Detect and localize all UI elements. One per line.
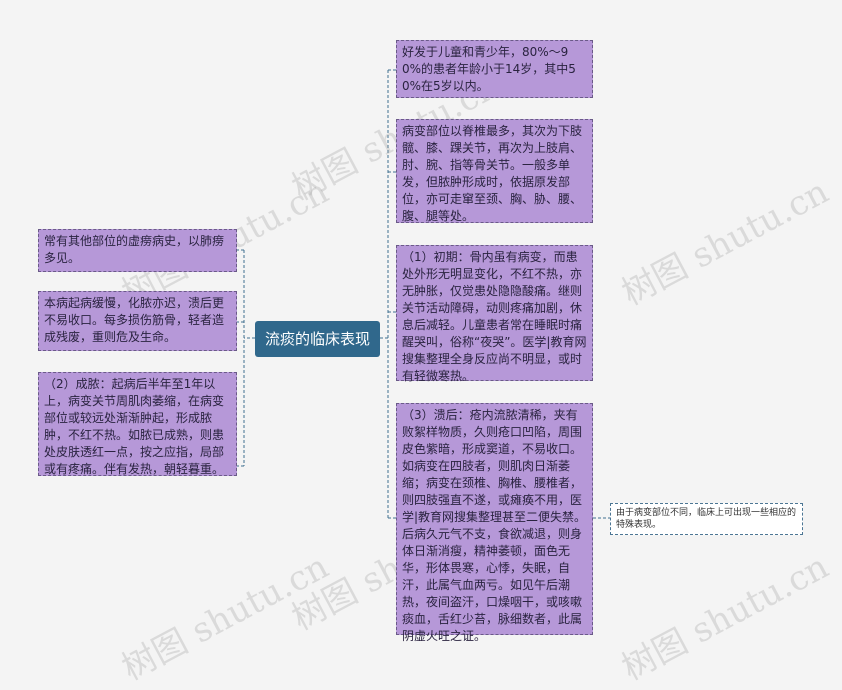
root-node-label: 流痰的临床表现 bbox=[264, 330, 370, 348]
root-node[interactable]: 流痰的临床表现 bbox=[255, 321, 380, 357]
right-node-ulceration-stage[interactable]: （3）溃后：疮内流脓清稀，夹有败絮样物质，久则疮口凹陷，周围皮色紫暗，形成窦道，… bbox=[396, 403, 593, 643]
node-text: （1）初期：骨内虽有病变，而患处外形无明显变化，不红不热，亦无肿胀，仅觉患处隐隐… bbox=[402, 250, 587, 383]
left-node-prognosis[interactable]: 本病起病缓慢，化脓亦迟，溃后更不易收口。每多损伤筋骨，轻者造成残废，重则危及生命… bbox=[38, 291, 237, 351]
node-text: （2）成脓：起病后半年至1年以上，病变关节周肌肉萎缩，在病变部位或较远处渐渐肿起… bbox=[44, 377, 225, 476]
right-node-initial-stage[interactable]: （1）初期：骨内虽有病变，而患处外形无明显变化，不红不热，亦无肿胀，仅觉患处隐隐… bbox=[396, 245, 593, 383]
note-special-manifestations[interactable]: 由于病变部位不同，临床上可出现一些相应的特殊表现。 bbox=[610, 503, 803, 535]
right-node-location[interactable]: 病变部位以脊椎最多，其次为下肢髋、膝、踝关节，再次为上肢肩、肘、腕、指等骨关节。… bbox=[396, 119, 593, 223]
note-text: 由于病变部位不同，临床上可出现一些相应的特殊表现。 bbox=[616, 508, 797, 530]
left-node-suppuration[interactable]: （2）成脓：起病后半年至1年以上，病变关节周肌肉萎缩，在病变部位或较远处渐渐肿起… bbox=[38, 372, 237, 476]
node-text: 本病起病缓慢，化脓亦迟，溃后更不易收口。每多损伤筋骨，轻者造成残废，重则危及生命… bbox=[44, 296, 225, 344]
right-node-age[interactable]: 好发于儿童和青少年，80%～90%的患者年龄小于14岁，其中50%在5岁以内。 bbox=[396, 40, 593, 98]
node-text: 好发于儿童和青少年，80%～90%的患者年龄小于14岁，其中50%在5岁以内。 bbox=[402, 45, 576, 93]
node-text: （3）溃后：疮内流脓清稀，夹有败絮样物质，久则疮口凹陷，周围皮色紫暗，形成窦道，… bbox=[402, 408, 587, 643]
node-text: 病变部位以脊椎最多，其次为下肢髋、膝、踝关节，再次为上肢肩、肘、腕、指等骨关节。… bbox=[402, 124, 583, 223]
left-node-history[interactable]: 常有其他部位的虚痨病史，以肺痨多见。 bbox=[38, 229, 237, 272]
node-text: 常有其他部位的虚痨病史，以肺痨多见。 bbox=[44, 234, 225, 265]
